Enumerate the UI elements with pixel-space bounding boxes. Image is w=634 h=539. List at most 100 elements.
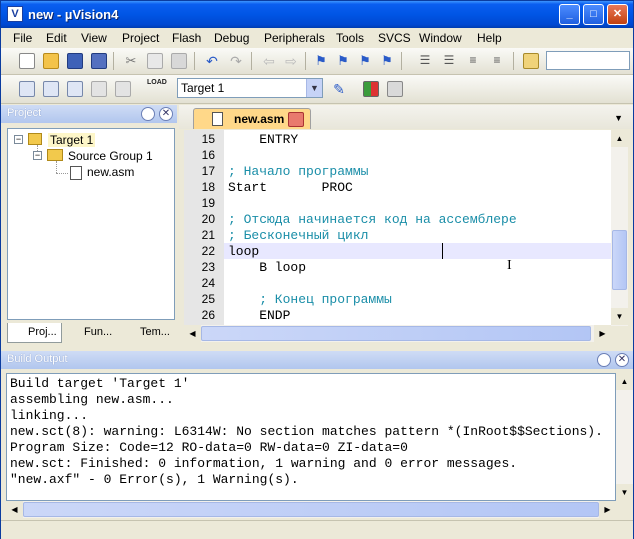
title-bar[interactable]: V new - µVision4 _ □ ✕ bbox=[1, 1, 633, 28]
line-number: 15 bbox=[201, 132, 215, 146]
scroll-down-icon[interactable]: ▼ bbox=[616, 484, 633, 501]
open-folder-icon[interactable] bbox=[43, 53, 59, 69]
code-line: ; Конец программы bbox=[228, 292, 392, 307]
menu-bar: File Edit View Project Flash Debug Perip… bbox=[1, 28, 633, 48]
menu-file[interactable]: File bbox=[13, 31, 32, 45]
uncomment-icon[interactable]: ≡ bbox=[489, 53, 505, 69]
menu-project[interactable]: Project bbox=[122, 31, 159, 45]
project-tree: − Target 1 − Source Group 1 new.asm bbox=[7, 128, 175, 320]
line-number: 25 bbox=[201, 292, 215, 306]
close-tab-icon[interactable] bbox=[288, 112, 304, 127]
line-number: 23 bbox=[201, 260, 215, 274]
editor-tab-new-asm[interactable]: new.asm bbox=[193, 108, 311, 129]
line-number: 20 bbox=[201, 212, 215, 226]
scroll-thumb[interactable] bbox=[201, 326, 591, 341]
scroll-left-icon[interactable]: ◀ bbox=[184, 325, 201, 342]
build-line: new.sct(8): warning: L6314W: No section … bbox=[10, 424, 603, 439]
batch-build-icon[interactable] bbox=[91, 81, 107, 97]
scroll-right-icon[interactable]: ▶ bbox=[599, 501, 616, 518]
rebuild-icon[interactable] bbox=[67, 81, 83, 97]
collapse-icon[interactable]: − bbox=[33, 151, 42, 160]
target-options-icon[interactable]: ✎ bbox=[331, 81, 347, 97]
editor-vertical-scrollbar[interactable]: ▲ ▼ bbox=[611, 130, 628, 326]
close-panel-icon[interactable]: ✕ bbox=[159, 107, 173, 121]
scroll-right-icon[interactable]: ▶ bbox=[594, 325, 611, 342]
find-in-files-icon[interactable] bbox=[523, 53, 539, 69]
menu-tools[interactable]: Tools bbox=[336, 31, 364, 45]
target-select[interactable]: Target 1 ▼ bbox=[177, 78, 323, 98]
close-button[interactable]: ✕ bbox=[607, 4, 628, 25]
line-number: 17 bbox=[201, 164, 215, 178]
toolbar-separator bbox=[305, 52, 306, 70]
translate-icon[interactable] bbox=[19, 81, 35, 97]
tree-item-group[interactable]: Source Group 1 bbox=[68, 149, 153, 163]
nav-forward-icon[interactable]: ⇨ bbox=[283, 53, 299, 69]
tab-functions[interactable]: Fun... bbox=[64, 323, 119, 343]
build-output-pane[interactable]: Build target 'Target 1' assembling new.a… bbox=[6, 373, 616, 501]
scroll-up-icon[interactable]: ▲ bbox=[616, 373, 633, 390]
menu-peripherals[interactable]: Peripherals bbox=[264, 31, 325, 45]
maximize-button[interactable]: □ bbox=[583, 4, 604, 25]
code-line: B loop bbox=[228, 260, 307, 275]
menu-edit[interactable]: Edit bbox=[46, 31, 67, 45]
menu-view[interactable]: View bbox=[81, 31, 107, 45]
unindent-icon[interactable]: ☰ bbox=[441, 53, 457, 69]
clear-bookmarks-icon[interactable]: ⚑ bbox=[379, 53, 395, 69]
paste-icon[interactable] bbox=[171, 53, 187, 69]
pin-icon[interactable] bbox=[597, 353, 611, 367]
minimize-button[interactable]: _ bbox=[559, 4, 580, 25]
tree-item-target[interactable]: Target 1 bbox=[48, 133, 96, 147]
build-icon[interactable] bbox=[43, 81, 59, 97]
menu-window[interactable]: Window bbox=[419, 31, 462, 45]
uvision-app-icon[interactable]: V bbox=[7, 6, 23, 22]
nav-back-icon[interactable]: ⇦ bbox=[261, 53, 277, 69]
scroll-left-icon[interactable]: ◀ bbox=[6, 501, 23, 518]
scroll-down-icon[interactable]: ▼ bbox=[611, 308, 628, 325]
manage-components-icon[interactable] bbox=[363, 81, 379, 97]
comment-icon[interactable]: ≡ bbox=[465, 53, 481, 69]
project-tabs: Proj... Fun... Tem... bbox=[7, 321, 175, 345]
tab-templates-label: Tem... bbox=[140, 326, 170, 338]
asm-file-icon bbox=[212, 112, 223, 126]
scroll-thumb[interactable] bbox=[612, 230, 627, 290]
find-input[interactable] bbox=[546, 51, 630, 70]
collapse-icon[interactable]: − bbox=[14, 135, 23, 144]
build-horizontal-scrollbar[interactable]: ◀ ▶ bbox=[6, 501, 616, 518]
editor-tab-label: new.asm bbox=[234, 112, 285, 126]
next-bookmark-icon[interactable]: ⚑ bbox=[357, 53, 373, 69]
cut-icon[interactable]: ✂ bbox=[123, 53, 139, 69]
tab-list-chevron-icon[interactable]: ▼ bbox=[614, 113, 623, 123]
chevron-down-icon[interactable]: ▼ bbox=[306, 79, 322, 97]
new-file-icon[interactable] bbox=[19, 53, 35, 69]
save-icon[interactable] bbox=[67, 53, 83, 69]
indent-icon[interactable]: ☰ bbox=[417, 53, 433, 69]
pin-icon[interactable] bbox=[141, 107, 155, 121]
tree-item-file[interactable]: new.asm bbox=[87, 165, 134, 179]
prev-bookmark-icon[interactable]: ⚑ bbox=[335, 53, 351, 69]
target-select-value: Target 1 bbox=[181, 81, 225, 95]
load-icon[interactable]: LOAD bbox=[147, 79, 167, 95]
status-bar bbox=[1, 520, 633, 539]
scroll-thumb[interactable] bbox=[23, 502, 599, 517]
close-panel-icon[interactable]: ✕ bbox=[615, 353, 629, 367]
stop-build-icon[interactable] bbox=[115, 81, 131, 97]
build-vertical-scrollbar[interactable]: ▲ ▼ bbox=[616, 373, 633, 501]
undo-icon[interactable]: ↶ bbox=[204, 53, 220, 69]
menu-debug[interactable]: Debug bbox=[214, 31, 249, 45]
build-line: Program Size: Code=12 RO-data=0 RW-data=… bbox=[10, 440, 408, 455]
save-all-icon[interactable] bbox=[91, 53, 107, 69]
menu-svcs[interactable]: SVCS bbox=[378, 31, 411, 45]
menu-help[interactable]: Help bbox=[477, 31, 502, 45]
menu-flash[interactable]: Flash bbox=[172, 31, 201, 45]
tab-templates[interactable]: Tem... bbox=[120, 323, 175, 343]
redo-icon[interactable]: ↷ bbox=[228, 53, 244, 69]
target-folder-icon bbox=[28, 133, 42, 145]
tab-project[interactable]: Proj... bbox=[7, 323, 62, 343]
build-toolbar: LOAD Target 1 ▼ ✎ bbox=[1, 75, 633, 104]
scroll-up-icon[interactable]: ▲ bbox=[611, 130, 628, 147]
copy-icon[interactable] bbox=[147, 53, 163, 69]
bookmark-icon[interactable]: ⚑ bbox=[313, 53, 329, 69]
code-editor[interactable]: 15 16 17 18 19 20 21 22 23 24 25 26 ENTRY ; Начало п… bbox=[184, 130, 611, 325]
select-packs-icon[interactable] bbox=[387, 81, 403, 97]
editor-horizontal-scrollbar[interactable]: ◀ ▶ bbox=[184, 325, 611, 342]
